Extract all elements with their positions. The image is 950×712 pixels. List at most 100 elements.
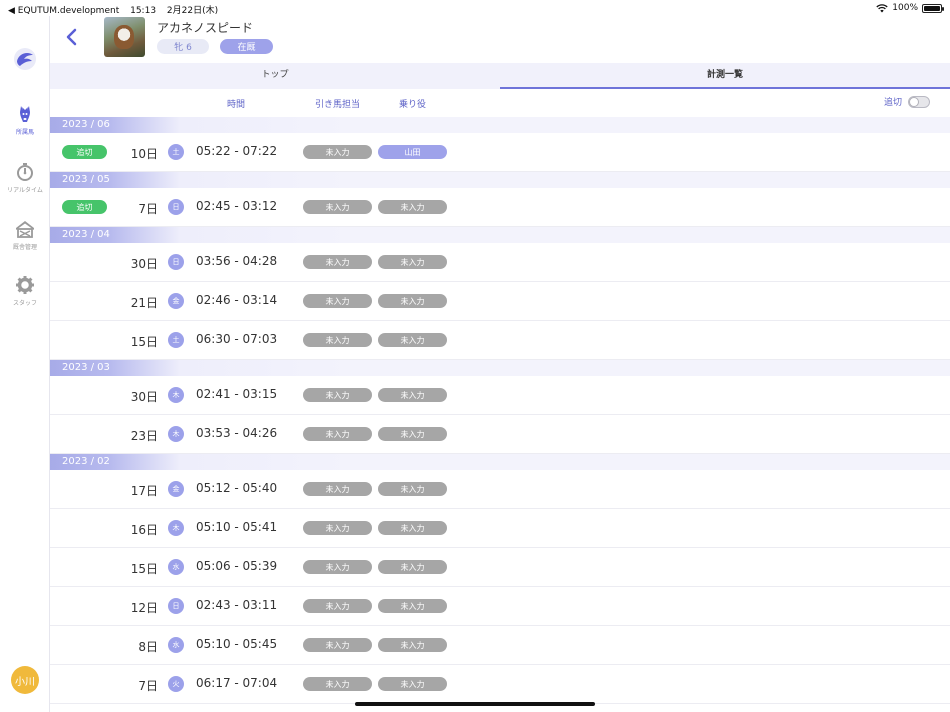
handler-pill[interactable]: 未入力 — [303, 677, 372, 691]
measurement-row[interactable]: 23日木 03:53 - 04:26 未入力 未入力 — [50, 415, 950, 454]
time-range: 03:56 - 04:28 — [196, 254, 278, 268]
time-range: 02:46 - 03:14 — [196, 293, 278, 307]
back-to-app-link[interactable]: ◀ EQUTUM.development — [8, 6, 119, 16]
cut-filter-label: 追切 — [883, 98, 902, 108]
handler-pill[interactable]: 未入力 — [303, 200, 372, 214]
time-range: 05:12 - 05:40 — [196, 481, 278, 495]
sidebar-item-stable[interactable]: 厩舎管理 — [0, 219, 50, 251]
rider-pill[interactable]: 未入力 — [378, 294, 447, 308]
measurement-row[interactable]: 17日金 05:12 - 05:40 未入力 未入力 — [50, 470, 950, 509]
measurement-row[interactable]: 30日木 02:41 - 03:15 未入力 未入力 — [50, 376, 950, 415]
measurement-row[interactable]: 追切 7日日 02:45 - 03:12 未入力 未入力 — [50, 188, 950, 227]
handler-pill[interactable]: 未入力 — [303, 388, 372, 402]
time-range: 02:41 - 03:15 — [196, 387, 278, 401]
rider-pill[interactable]: 未入力 — [378, 200, 447, 214]
time-range: 06:30 - 07:03 — [196, 332, 278, 346]
day-label: 7日 — [138, 202, 158, 216]
weekday-badge: 水 — [168, 559, 184, 575]
tab-bar: トップ 計測一覧 — [50, 63, 950, 89]
measurement-row[interactable]: 16日木 05:10 - 05:41 未入力 未入力 — [50, 509, 950, 548]
sidebar-item-staff[interactable]: スタッフ — [0, 275, 50, 307]
wifi-icon — [876, 3, 888, 12]
handler-pill[interactable]: 未入力 — [303, 145, 372, 159]
weekday-badge: 金 — [168, 293, 184, 309]
battery-icon — [922, 3, 944, 13]
measurement-row[interactable]: 12日日 02:43 - 03:11 未入力 未入力 — [50, 587, 950, 626]
rider-pill[interactable]: 未入力 — [378, 255, 447, 269]
handler-pill[interactable]: 未入力 — [303, 333, 372, 347]
tab-top[interactable]: トップ — [50, 63, 500, 89]
gender-age-chip: 牝 6 — [157, 39, 209, 54]
stopwatch-icon — [17, 163, 33, 181]
time-range: 03:53 - 04:26 — [196, 426, 278, 440]
horse-photo — [104, 17, 145, 57]
measurement-row[interactable]: 8日水 05:10 - 05:45 未入力 未入力 — [50, 626, 950, 665]
rider-pill[interactable]: 未入力 — [378, 482, 447, 496]
weekday-badge: 土 — [168, 144, 184, 160]
day-label: 17日 — [130, 484, 158, 498]
month-header: 2023 / 02 — [50, 454, 950, 470]
weekday-badge: 日 — [168, 199, 184, 215]
month-header: 2023 / 04 — [50, 227, 950, 243]
time-range: 05:22 - 07:22 — [196, 144, 278, 158]
day-label: 23日 — [130, 429, 158, 443]
measurement-row[interactable]: 15日水 05:06 - 05:39 未入力 未入力 — [50, 548, 950, 587]
measurement-list: 2023 / 06 追切 10日土 05:22 - 07:22 未入力 山田 2023 / … — [50, 117, 950, 704]
status-time: 15:13 — [130, 6, 157, 16]
rider-pill[interactable]: 未入力 — [378, 427, 447, 441]
rider-pill[interactable]: 未入力 — [378, 599, 447, 613]
app-logo-icon[interactable] — [12, 46, 38, 72]
weekday-badge: 金 — [168, 481, 184, 497]
measurement-row[interactable]: 21日金 02:46 - 03:14 未入力 未入力 — [50, 282, 950, 321]
sidebar-item-label: スタッフ — [12, 300, 37, 307]
handler-pill[interactable]: 未入力 — [303, 638, 372, 652]
tab-measurement-list[interactable]: 計測一覧 — [500, 63, 950, 89]
back-chevron-icon[interactable] — [64, 26, 80, 48]
weekday-badge: 木 — [168, 426, 184, 442]
sidebar-item-horses[interactable]: 所属馬 — [0, 104, 50, 136]
handler-pill[interactable]: 未入力 — [303, 599, 372, 613]
rider-pill[interactable]: 未入力 — [378, 333, 447, 347]
handler-pill[interactable]: 未入力 — [303, 427, 372, 441]
rider-pill[interactable]: 山田 — [378, 145, 447, 159]
stable-icon — [16, 221, 34, 238]
weekday-badge: 木 — [168, 520, 184, 536]
sidebar-item-label: 所属馬 — [15, 129, 34, 136]
measurement-row[interactable]: 15日土 06:30 - 07:03 未入力 未入力 — [50, 321, 950, 360]
day-label: 30日 — [130, 257, 158, 271]
rider-pill[interactable]: 未入力 — [378, 560, 447, 574]
day-label: 21日 — [130, 296, 158, 310]
time-range: 05:10 - 05:45 — [196, 637, 278, 651]
handler-pill[interactable]: 未入力 — [303, 521, 372, 535]
user-avatar[interactable]: 小川 — [11, 666, 39, 694]
time-range: 02:45 - 03:12 — [196, 199, 278, 213]
home-indicator[interactable] — [355, 702, 595, 706]
time-range: 02:43 - 03:11 — [196, 598, 278, 612]
day-label: 15日 — [130, 562, 158, 576]
cut-filter-toggle[interactable] — [908, 95, 930, 108]
handler-pill[interactable]: 未入力 — [303, 560, 372, 574]
cut-tag: 追切 — [62, 200, 107, 214]
day-label: 8日 — [138, 640, 158, 654]
time-range: 05:10 - 05:41 — [196, 520, 278, 534]
stable-status-chip: 在厩 — [220, 39, 273, 54]
rider-pill[interactable]: 未入力 — [378, 677, 447, 691]
measurement-row[interactable]: 30日日 03:56 - 04:28 未入力 未入力 — [50, 243, 950, 282]
weekday-badge: 水 — [168, 637, 184, 653]
handler-pill[interactable]: 未入力 — [303, 255, 372, 269]
rider-pill[interactable]: 未入力 — [378, 638, 447, 652]
sidebar-item-realtime[interactable]: リアルタイム — [0, 162, 50, 194]
day-label: 12日 — [130, 601, 158, 615]
day-label: 30日 — [130, 390, 158, 404]
handler-pill[interactable]: 未入力 — [303, 482, 372, 496]
rider-pill[interactable]: 未入力 — [378, 521, 447, 535]
weekday-badge: 火 — [168, 676, 184, 692]
handler-pill[interactable]: 未入力 — [303, 294, 372, 308]
column-header-time: 時間 — [227, 100, 246, 110]
measurement-row[interactable]: 7日火 06:17 - 07:04 未入力 未入力 — [50, 665, 950, 704]
horse-icon — [20, 106, 30, 122]
month-header: 2023 / 05 — [50, 172, 950, 188]
measurement-row[interactable]: 追切 10日土 05:22 - 07:22 未入力 山田 — [50, 133, 950, 172]
rider-pill[interactable]: 未入力 — [378, 388, 447, 402]
day-label: 10日 — [130, 147, 158, 161]
